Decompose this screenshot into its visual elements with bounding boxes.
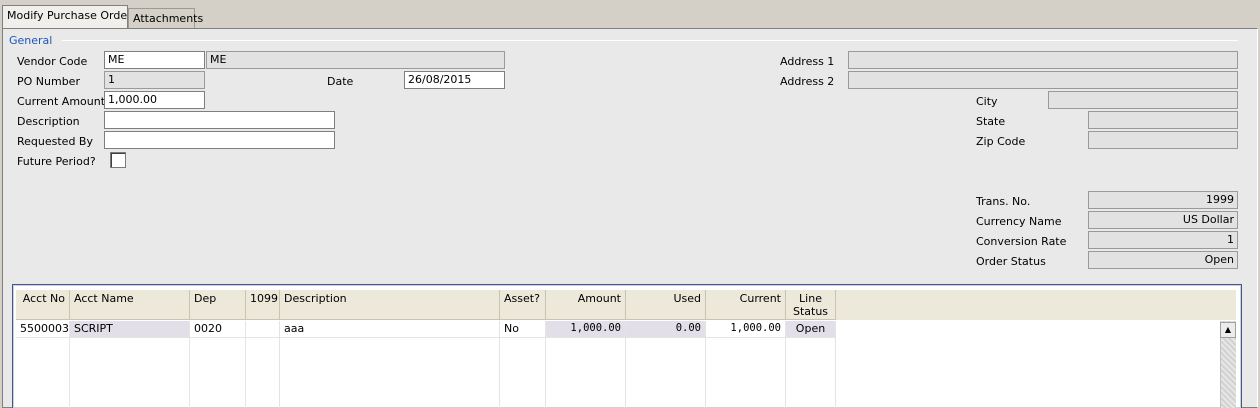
- future-period-label: Future Period?: [17, 155, 96, 168]
- cell-dep[interactable]: 0020: [190, 321, 246, 338]
- col-header-used[interactable]: Used: [626, 290, 706, 320]
- state-label: State: [976, 115, 1006, 128]
- description-label: Description: [17, 115, 80, 128]
- col-header-dep[interactable]: Dep: [190, 290, 246, 320]
- cell-acct-name[interactable]: SCRIPT: [70, 321, 190, 338]
- currency-name-label: Currency Name: [976, 215, 1062, 228]
- zip-code-field: [1088, 131, 1238, 149]
- col-header-acct-name[interactable]: Acct Name: [70, 290, 190, 320]
- col-header-asset[interactable]: Asset?: [500, 290, 546, 320]
- address2-field: [848, 71, 1238, 89]
- future-period-checkbox[interactable]: [110, 152, 126, 168]
- date-label: Date: [327, 75, 354, 88]
- city-label: City: [976, 95, 998, 108]
- cell-description[interactable]: aaa: [280, 321, 500, 338]
- col-header-1099[interactable]: 1099: [246, 290, 280, 320]
- city-field: [1048, 91, 1238, 109]
- po-number-label: PO Number: [17, 75, 80, 88]
- conversion-rate-label: Conversion Rate: [976, 235, 1067, 248]
- date-input[interactable]: 26/08/2015: [404, 71, 505, 89]
- col-header-acct-no[interactable]: Acct No: [16, 290, 70, 320]
- po-number-field: 1: [104, 71, 205, 89]
- vendor-code-input[interactable]: ME: [104, 51, 205, 69]
- cell-line-status[interactable]: Open: [786, 321, 836, 338]
- col-header-description[interactable]: Description: [280, 290, 500, 320]
- order-status-label: Order Status: [976, 255, 1046, 268]
- cell-amount[interactable]: 1,000.00: [546, 321, 626, 338]
- scroll-up-button[interactable]: ▲: [1220, 322, 1236, 338]
- cell-asset[interactable]: No: [500, 321, 546, 338]
- requested-by-input[interactable]: [104, 131, 335, 149]
- vendor-code-label: Vendor Code: [17, 55, 88, 68]
- cell-1099[interactable]: [246, 321, 280, 338]
- group-title-general: General: [9, 34, 53, 47]
- tab-attachments[interactable]: Attachments: [128, 8, 203, 29]
- currency-name-field: US Dollar: [1088, 211, 1238, 229]
- description-input[interactable]: [104, 111, 335, 129]
- cell-acct-no[interactable]: 5500003: [16, 321, 70, 338]
- triangle-up-icon: ▲: [1224, 325, 1232, 334]
- requested-by-label: Requested By: [17, 135, 93, 148]
- col-header-amount[interactable]: Amount: [546, 290, 626, 320]
- address1-field: [848, 51, 1238, 69]
- current-amount-input[interactable]: 1,000.00: [104, 91, 205, 109]
- trans-no-field: 1999: [1088, 191, 1238, 209]
- order-status-field: Open: [1088, 251, 1238, 269]
- state-field: [1088, 111, 1238, 129]
- cell-used[interactable]: 0.00: [626, 321, 706, 338]
- current-amount-label: Current Amount: [17, 95, 106, 108]
- trans-no-label: Trans. No.: [976, 195, 1031, 208]
- zip-code-label: Zip Code: [976, 135, 1026, 148]
- address1-label: Address 1: [780, 55, 835, 68]
- tab-modify-purchase-orders[interactable]: Modify Purchase Orders: [2, 5, 137, 29]
- address2-label: Address 2: [780, 75, 835, 88]
- vendor-name-field: ME: [206, 51, 505, 69]
- col-header-current[interactable]: Current: [706, 290, 786, 320]
- col-header-line-status[interactable]: Line Status: [786, 290, 836, 320]
- cell-current[interactable]: 1,000.00: [706, 321, 786, 338]
- group-divider: [62, 40, 1238, 41]
- conversion-rate-field: 1: [1088, 231, 1238, 249]
